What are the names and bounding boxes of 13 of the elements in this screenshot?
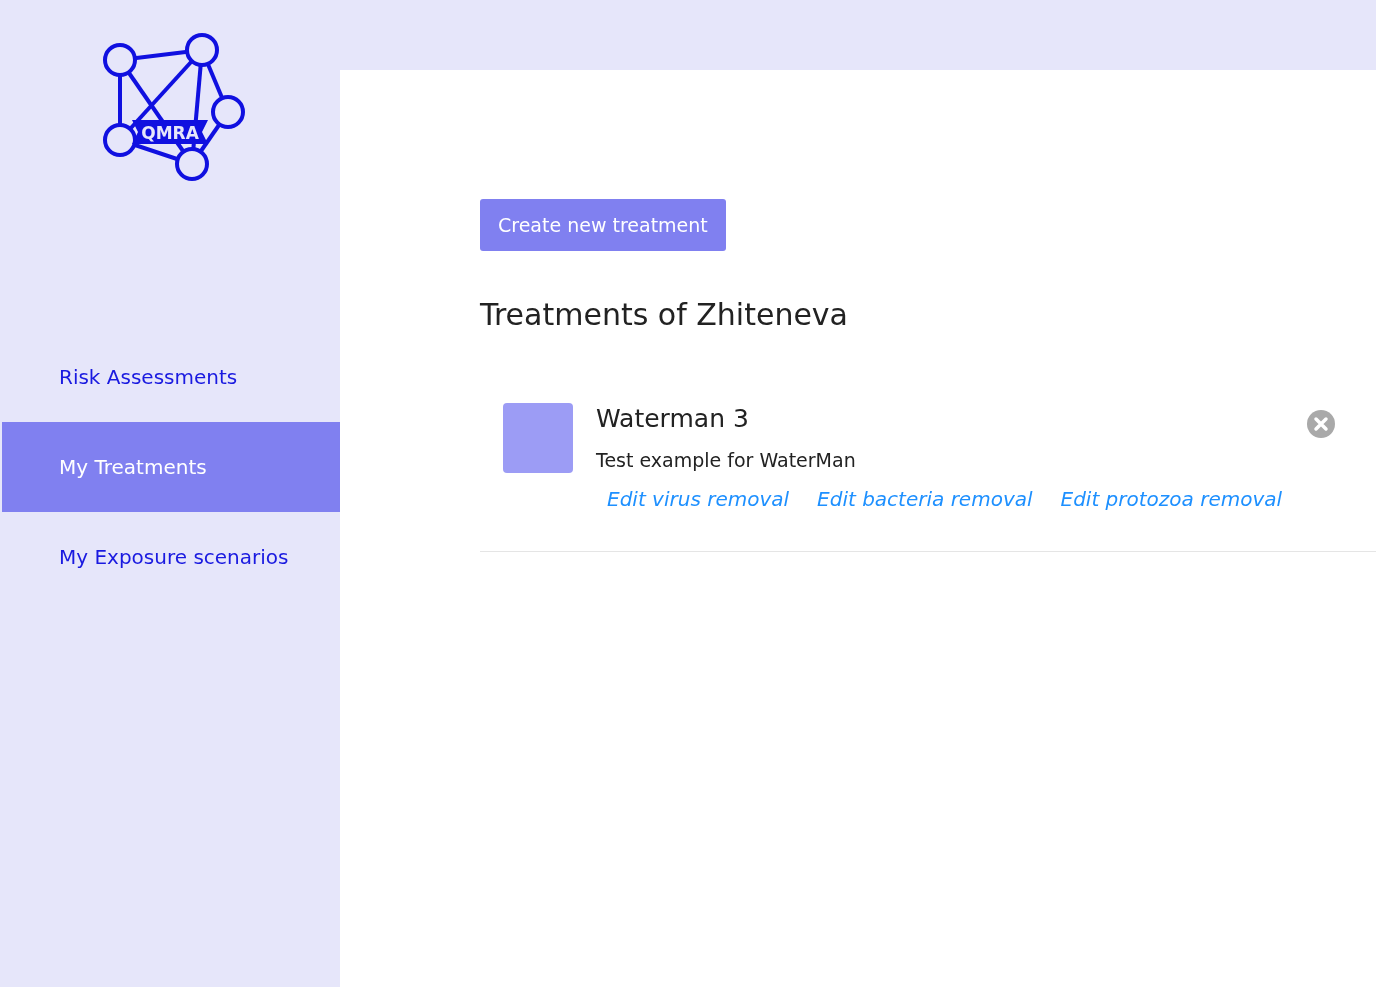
page-heading: Treatments of Zhiteneva xyxy=(480,297,849,332)
qmra-logo: QMRA xyxy=(100,30,246,184)
close-icon[interactable] xyxy=(1306,409,1336,439)
edit-link[interactable]: Edit bacteria removal xyxy=(817,487,1033,511)
treatment-avatar xyxy=(503,403,573,473)
create-button[interactable]: Create new treatment xyxy=(480,199,726,251)
sidebar-item[interactable]: Risk Assessments xyxy=(2,332,340,422)
edit-link[interactable]: Edit virus removal xyxy=(607,487,790,511)
sidebar-item[interactable]: My Exposure scenarios xyxy=(2,512,340,602)
edit-link[interactable]: Edit protozoa removal xyxy=(1060,487,1283,511)
sidebar-item[interactable]: My Treatments xyxy=(2,422,340,512)
treatment-description: Test example for WaterMan xyxy=(596,449,857,471)
treatment-name: Waterman 3 xyxy=(596,404,750,433)
